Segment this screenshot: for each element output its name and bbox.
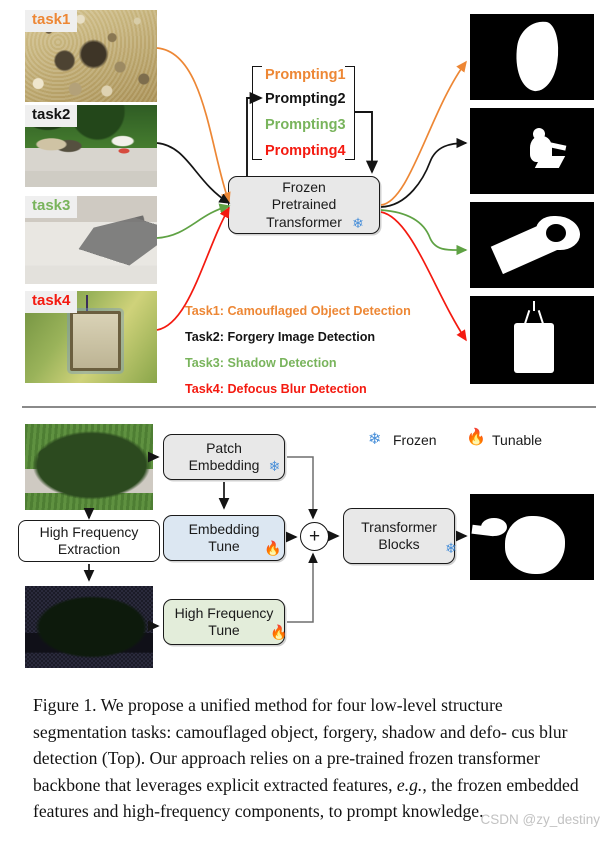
task-legend-3: Task3: Shadow Detection <box>185 356 337 370</box>
output-mask-camouflage <box>470 14 594 100</box>
prompt-bracket-right <box>345 66 355 160</box>
input-thumb-task2: task2 <box>25 105 157 187</box>
prompting-3: Prompting3 <box>265 117 346 133</box>
backbone-line-3: Transformer <box>266 213 342 230</box>
prompt-bracket-left <box>252 66 262 160</box>
transformer-blocks-text: Transformer Blocks ❄ <box>357 518 457 555</box>
flame-icon: 🔥 <box>269 624 288 641</box>
input-thumb-task4: task4 <box>25 291 157 383</box>
output-mask-forgery <box>470 108 594 194</box>
transformer-blocks-line-2: Blocks <box>378 536 420 552</box>
hft-line-2: Tune <box>208 622 240 638</box>
task2-tag: task2 <box>25 105 78 127</box>
output-mask-shadow <box>470 202 594 288</box>
embedding-tune-line-1: Embedding <box>188 520 260 537</box>
task-legend-4: Task4: Defocus Blur Detection <box>185 382 367 396</box>
figure-root: task1 task2 task3 task4 Prompting1 Promp… <box>0 0 616 852</box>
high-frequency-tune-box: High Frequency Tune 🔥 <box>163 599 288 645</box>
task3-tag: task3 <box>25 196 78 218</box>
csdn-watermark: CSDN @zy_destiny <box>480 812 601 827</box>
transformer-blocks-line-1: Transformer <box>361 518 437 535</box>
embedding-tune-text: Embedding Tune 🔥 <box>185 520 282 555</box>
task4-tag: task4 <box>25 291 78 313</box>
snowflake-icon: ❄ <box>352 214 364 231</box>
caption-eg: e.g. <box>396 774 423 795</box>
caption-line-1: Figure 1. We propose a unified method fo… <box>33 695 503 715</box>
sum-node: + <box>300 522 329 551</box>
forgery-blob-head <box>533 128 545 140</box>
high-frequency-extraction-box: High Frequency Extraction <box>18 520 160 562</box>
shadow-input-image <box>25 424 153 510</box>
backbone-line-1: Frozen <box>282 179 326 196</box>
frozen-pretrained-transformer-box: Frozen Pretrained Transformer ❄ <box>228 176 380 234</box>
hft-text: High Frequency Tune 🔥 <box>171 604 288 639</box>
backbone-text: Frozen Pretrained Transformer ❄ <box>262 179 364 230</box>
shadow-blob-hole <box>546 224 566 242</box>
forgery-blob-arm <box>549 142 567 151</box>
grass-shadow-texture <box>25 424 153 510</box>
patch-embedding-box: Patch Embedding ❄ <box>163 434 285 480</box>
hfe-line-1: High Frequency <box>39 523 139 540</box>
output-blob-neck <box>471 524 495 537</box>
snowflake-icon: ❄ <box>445 540 457 557</box>
prompting-2: Prompting2 <box>265 91 346 107</box>
flame-icon: 🔥 <box>263 540 282 557</box>
hfe-text: High Frequency Extraction <box>36 524 143 558</box>
input-thumb-task3: task3 <box>25 196 157 284</box>
backbone-line-2: Pretrained <box>271 196 337 213</box>
embedding-tune-line-2: Tune <box>208 538 240 554</box>
patch-embedding-line-1: Patch <box>206 439 242 456</box>
snowflake-icon: ❄ <box>268 458 281 475</box>
hfe-line-2: Extraction <box>57 541 121 557</box>
figure-caption: Figure 1. We propose a unified method fo… <box>33 692 585 825</box>
legend-tunable-label: Tunable <box>492 432 543 448</box>
caption-line-2: segmentation tasks: camouflaged object, … <box>33 721 507 742</box>
input-thumb-task1: task1 <box>25 10 157 102</box>
flame-icon: 🔥 <box>466 429 486 446</box>
caption-line-6: prompt knowledge. <box>346 801 484 821</box>
defocus-blob-plate <box>514 323 554 373</box>
transformer-blocks-box: Transformer Blocks ❄ <box>343 508 457 564</box>
task-legend-1: Task1: Camouflaged Object Detection <box>185 304 411 318</box>
caption-line-4c: , <box>422 774 432 795</box>
camouflage-blob <box>511 18 563 94</box>
shadow-output-mask <box>470 494 594 580</box>
prompting-4: Prompting4 <box>265 143 346 159</box>
task1-tag: task1 <box>25 10 78 32</box>
output-mask-defocus <box>470 296 594 384</box>
hft-line-1: High Frequency <box>174 604 274 621</box>
legend-frozen-label: Frozen <box>393 432 437 448</box>
high-frequency-texture <box>25 586 153 668</box>
high-frequency-image <box>25 586 153 668</box>
panel-divider <box>22 406 596 408</box>
defocus-blob-hook <box>533 301 535 311</box>
patch-embedding-text: Patch Embedding ❄ <box>185 439 281 474</box>
prompting-1: Prompting1 <box>265 67 346 83</box>
output-blob-main <box>505 516 565 574</box>
forgery-blob-legs <box>534 156 566 168</box>
embedding-tune-box: Embedding Tune 🔥 <box>163 515 285 561</box>
patch-embedding-line-2: Embedding <box>188 457 260 473</box>
snowflake-icon: ❄ <box>368 431 382 448</box>
sum-node-symbol: + <box>308 526 321 547</box>
task-legend-2: Task2: Forgery Image Detection <box>185 330 376 344</box>
